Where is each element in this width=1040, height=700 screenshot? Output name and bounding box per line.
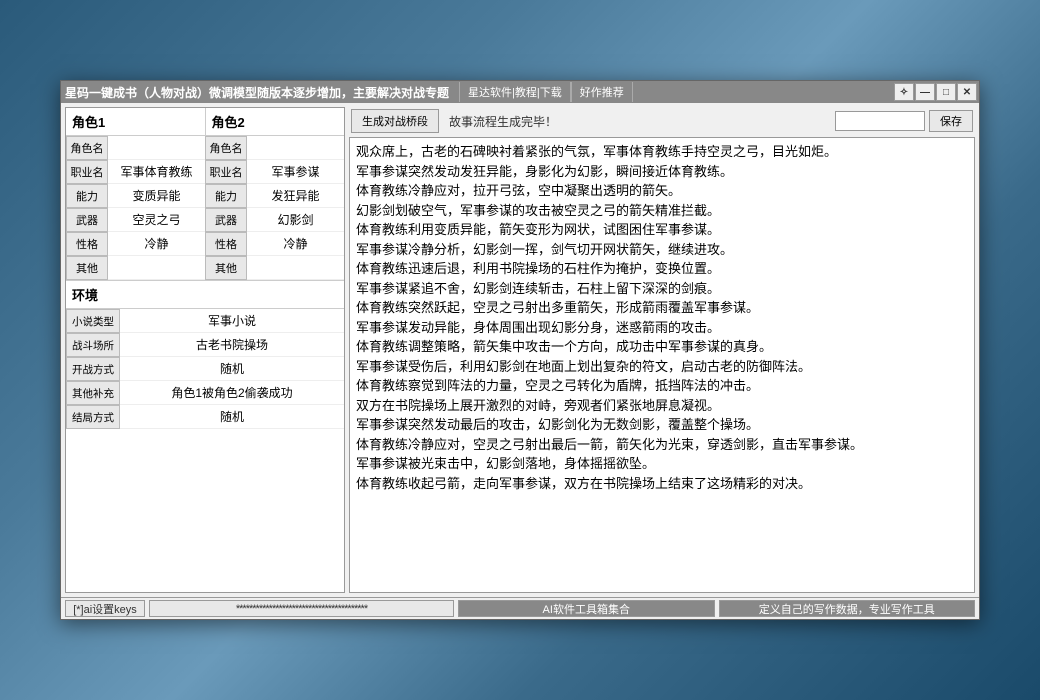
- env-label-0[interactable]: 小说类型: [66, 309, 120, 333]
- story-textarea[interactable]: 观众席上，古老的石碑映衬着紧张的气氛，军事体育教练手持空灵之弓，目光如炬。 军事…: [349, 137, 975, 593]
- minimize-button[interactable]: —: [915, 83, 935, 101]
- attr-value-5-r2[interactable]: [247, 256, 344, 280]
- right-toolbar: 生成对战桥段 故事流程生成完毕！ 保存: [349, 107, 975, 135]
- attr-label-5-r2[interactable]: 其他: [205, 256, 247, 280]
- attr-label-1-r2[interactable]: 职业名: [205, 160, 247, 184]
- status-text: 故事流程生成完毕！: [443, 113, 831, 130]
- title-links: 星达软件|教程|下载 好作推荐: [459, 82, 633, 102]
- attr-label-3-r2[interactable]: 武器: [205, 208, 247, 232]
- env-grid: 小说类型军事小说战斗场所古老书院操场开战方式随机其他补充角色1被角色2偷袭成功结…: [66, 309, 344, 429]
- env-label-2[interactable]: 开战方式: [66, 357, 120, 381]
- attr-label-1-r1[interactable]: 职业名: [66, 160, 108, 184]
- footer-masked[interactable]: ****************************************: [149, 600, 454, 617]
- attr-label-2-r1[interactable]: 能力: [66, 184, 108, 208]
- attr-value-0-r1[interactable]: [108, 136, 205, 160]
- maximize-button[interactable]: □: [936, 83, 956, 101]
- attr-label-2-r2[interactable]: 能力: [205, 184, 247, 208]
- app-window: 星码一键成书（人物对战）微调模型随版本逐步增加，主要解决对战专题 星达软件|教程…: [60, 80, 980, 620]
- title-link-software[interactable]: 星达软件|教程|下载: [459, 82, 571, 102]
- save-button[interactable]: 保存: [929, 110, 973, 132]
- ai-settings-button[interactable]: [*]ai设置keys: [65, 600, 145, 617]
- attr-label-0-r1[interactable]: 角色名: [66, 136, 108, 160]
- env-label-3[interactable]: 其他补充: [66, 381, 120, 405]
- footer-bar: [*]ai设置keys ****************************…: [61, 597, 979, 619]
- save-area: 保存: [835, 110, 973, 132]
- attributes-grid: 角色名角色名职业名军事体育教练职业名军事参谋能力变质异能能力发狂异能武器空灵之弓…: [66, 136, 344, 280]
- pin-button[interactable]: ✧: [894, 83, 914, 101]
- attr-label-4-r1[interactable]: 性格: [66, 232, 108, 256]
- attr-value-4-r1[interactable]: 冷静: [108, 232, 205, 256]
- env-label-4[interactable]: 结局方式: [66, 405, 120, 429]
- content-area: 角色1 角色2 角色名角色名职业名军事体育教练职业名军事参谋能力变质异能能力发狂…: [61, 103, 979, 597]
- attr-value-4-r2[interactable]: 冷静: [247, 232, 344, 256]
- env-value-4[interactable]: 随机: [120, 405, 344, 429]
- attr-value-5-r1[interactable]: [108, 256, 205, 280]
- env-value-2[interactable]: 随机: [120, 357, 344, 381]
- attr-value-2-r2[interactable]: 发狂异能: [247, 184, 344, 208]
- attr-label-4-r2[interactable]: 性格: [205, 232, 247, 256]
- title-link-recommend[interactable]: 好作推荐: [571, 82, 633, 102]
- attr-label-5-r1[interactable]: 其他: [66, 256, 108, 280]
- ai-toolbox-button[interactable]: AI软件工具箱集合: [458, 600, 715, 617]
- env-value-0[interactable]: 军事小说: [120, 309, 344, 333]
- generate-button[interactable]: 生成对战桥段: [351, 109, 439, 133]
- role2-header: 角色2: [206, 108, 345, 135]
- right-panel: 生成对战桥段 故事流程生成完毕！ 保存 观众席上，古老的石碑映衬着紧张的气氛，军…: [349, 107, 975, 593]
- save-input[interactable]: [835, 111, 925, 131]
- attr-label-3-r1[interactable]: 武器: [66, 208, 108, 232]
- attr-value-0-r2[interactable]: [247, 136, 344, 160]
- attr-value-1-r2[interactable]: 军事参谋: [247, 160, 344, 184]
- window-title: 星码一键成书（人物对战）微调模型随版本逐步增加，主要解决对战专题: [65, 84, 449, 101]
- attr-value-2-r1[interactable]: 变质异能: [108, 184, 205, 208]
- role-headers: 角色1 角色2: [66, 108, 344, 136]
- custom-data-button[interactable]: 定义自己的写作数据，专业写作工具: [719, 600, 976, 617]
- window-controls: ✧ — □ ✕: [894, 83, 977, 101]
- env-label-1[interactable]: 战斗场所: [66, 333, 120, 357]
- env-value-3[interactable]: 角色1被角色2偷袭成功: [120, 381, 344, 405]
- env-value-1[interactable]: 古老书院操场: [120, 333, 344, 357]
- left-panel: 角色1 角色2 角色名角色名职业名军事体育教练职业名军事参谋能力变质异能能力发狂…: [65, 107, 345, 593]
- title-bar: 星码一键成书（人物对战）微调模型随版本逐步增加，主要解决对战专题 星达软件|教程…: [61, 81, 979, 103]
- attr-label-0-r2[interactable]: 角色名: [205, 136, 247, 160]
- attr-value-3-r1[interactable]: 空灵之弓: [108, 208, 205, 232]
- role1-header: 角色1: [66, 108, 206, 135]
- attr-value-3-r2[interactable]: 幻影剑: [247, 208, 344, 232]
- attr-value-1-r1[interactable]: 军事体育教练: [108, 160, 205, 184]
- close-button[interactable]: ✕: [957, 83, 977, 101]
- env-header: 环境: [66, 280, 344, 309]
